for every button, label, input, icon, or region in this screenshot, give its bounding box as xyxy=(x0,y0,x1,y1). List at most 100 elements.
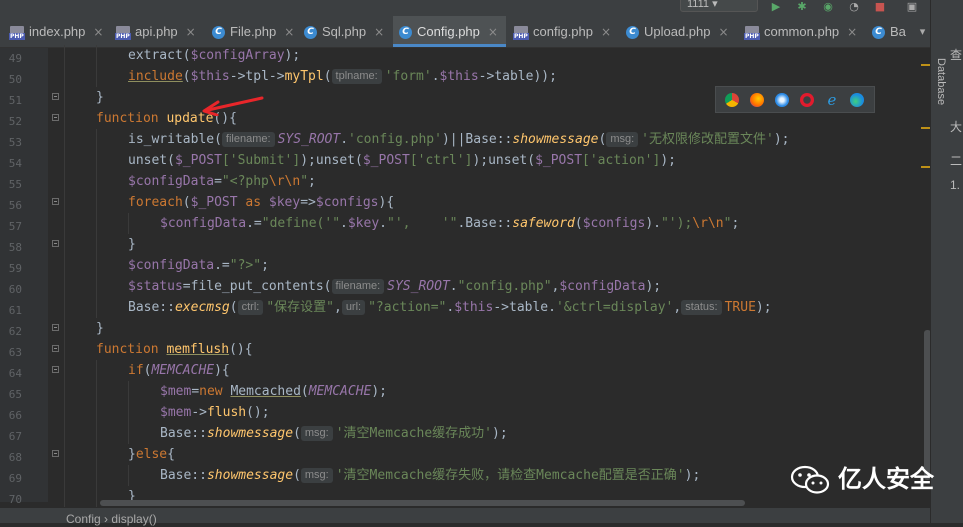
code-line-68[interactable]: }else{ xyxy=(64,444,175,465)
code-token: "?>" xyxy=(229,258,262,273)
fold-marker[interactable] xyxy=(52,198,59,205)
fold-marker[interactable] xyxy=(52,240,59,247)
code-line-55[interactable]: $configData="<?php\r\n"; xyxy=(64,171,316,192)
close-icon[interactable]: × xyxy=(284,25,294,39)
code-token: (){ xyxy=(229,342,253,357)
close-icon[interactable]: × xyxy=(847,25,857,39)
code-line-67[interactable]: Base::showmessage(msg: '清空Memcache缓存成功'); xyxy=(64,423,508,444)
terminal-icon[interactable]: ▣ xyxy=(904,0,920,14)
code-line-69[interactable]: Base::showmessage(msg: '清空Memcache缓存失败，请检… xyxy=(64,465,700,486)
opera-icon[interactable] xyxy=(800,93,814,107)
code-token: ['action'] xyxy=(582,153,661,168)
breadcrumb-item-class[interactable]: Config xyxy=(66,512,101,526)
tab-api-php[interactable]: PHP api.php × xyxy=(110,16,211,47)
ie-icon[interactable]: e xyxy=(825,93,839,108)
tab-upload-php[interactable]: C Upload.php × xyxy=(620,16,744,47)
tab-base-truncated[interactable]: C Ba xyxy=(866,16,920,47)
firefox-icon[interactable] xyxy=(750,93,764,107)
watermark: 亿人安全 xyxy=(790,462,934,496)
fold-marker[interactable] xyxy=(52,450,59,457)
line-number: 60 xyxy=(8,283,22,296)
code-token: =file_put_contents( xyxy=(182,279,332,294)
tab-label: config.php xyxy=(533,24,593,39)
code-token: SYS_ROOT xyxy=(387,279,450,294)
line-number: 58 xyxy=(8,241,22,254)
fold-marker[interactable] xyxy=(52,366,59,373)
wechat-logo-icon xyxy=(790,465,830,494)
code-token: '清空Memcache缓存成功' xyxy=(335,426,493,441)
close-icon[interactable]: × xyxy=(93,25,103,39)
code-line-57[interactable]: $configData.="define('".$key."', '".Base… xyxy=(64,213,739,234)
code-line-61[interactable]: Base::execmsg(ctrl: "保存设置", url: "?action="… xyxy=(64,297,772,318)
code-line-60[interactable]: $status=file_put_contents(filename: SYS_R… xyxy=(64,276,661,297)
horizontal-scrollbar[interactable] xyxy=(100,500,745,506)
close-icon[interactable]: × xyxy=(374,25,384,39)
code-line-63[interactable]: function memflush(){ xyxy=(64,339,253,360)
tab-sql-php[interactable]: C Sql.php × xyxy=(298,16,398,47)
safari-icon[interactable] xyxy=(775,93,789,107)
tab-index-php[interactable]: PHP index.php × xyxy=(4,16,110,47)
code-token: ( xyxy=(182,195,191,210)
code-line-53[interactable]: is_writable(filename: SYS_ROOT.'config.ph… xyxy=(64,129,789,150)
close-icon[interactable]: × xyxy=(601,25,611,39)
code-token: . xyxy=(340,132,349,147)
tab-config-php-active[interactable]: C Config.php × xyxy=(393,16,506,47)
code-line-65[interactable]: $mem=new Memcached(MEMCACHE); xyxy=(64,381,387,402)
tab-common-php[interactable]: PHP common.php × xyxy=(739,16,869,47)
code-token: $this xyxy=(439,69,479,84)
code-token: "config.php" xyxy=(457,279,552,294)
code-line-54[interactable]: unset($_POST['Submit']);unset($_POST['ct… xyxy=(64,150,676,171)
close-icon[interactable]: × xyxy=(488,25,498,39)
run-icon[interactable]: ▶ xyxy=(768,0,784,14)
fold-marker[interactable] xyxy=(52,345,59,352)
code-line-62[interactable]: } xyxy=(64,318,104,339)
close-icon[interactable]: × xyxy=(186,25,196,39)
code-line-64[interactable]: if(MEMCACHE){ xyxy=(64,360,230,381)
debug-icon[interactable]: ✱ xyxy=(794,0,810,14)
code-token: ( xyxy=(293,468,301,483)
tab-config-php-lower[interactable]: PHP config.php × xyxy=(508,16,624,47)
annotation-arrow-icon xyxy=(202,96,264,116)
tab-list-menu-icon[interactable]: ▾ xyxy=(915,16,930,47)
parameter-hint: tplname: xyxy=(331,69,382,84)
code-token: "'); xyxy=(660,216,693,231)
code-token: ); xyxy=(284,48,301,63)
code-token: ); xyxy=(773,132,790,147)
code-line-59[interactable]: $configData.="?>"; xyxy=(64,255,269,276)
code-line-49[interactable]: extract($configArray); xyxy=(64,45,300,66)
code-token: "保存设置" xyxy=(266,300,334,315)
code-line-56[interactable]: foreach($_POST as $key=>$configs){ xyxy=(64,192,394,213)
code-token: showmessage xyxy=(512,132,599,147)
parameter-hint: msg: xyxy=(300,468,333,483)
code-token: 'config.php' xyxy=(348,132,442,147)
line-number: 55 xyxy=(8,178,22,191)
code-token: ['ctrl'] xyxy=(409,153,473,168)
run-config-select[interactable]: 1111 ▾ xyxy=(680,0,758,12)
tab-file-php[interactable]: C File.php × xyxy=(206,16,304,47)
stop-icon[interactable]: ■ xyxy=(872,0,888,14)
fold-marker[interactable] xyxy=(52,93,59,100)
line-number: 54 xyxy=(8,157,22,170)
code-line-58[interactable]: } xyxy=(64,234,136,255)
code-token: $key xyxy=(268,195,301,210)
code-token: ( xyxy=(293,426,301,441)
code-token: $_POST xyxy=(174,153,222,168)
database-tool-tab[interactable]: Database xyxy=(933,44,949,105)
fold-marker[interactable] xyxy=(52,114,59,121)
code-token: Base:: xyxy=(128,300,175,315)
code-token: ; xyxy=(308,174,316,189)
code-line-51[interactable]: } xyxy=(64,87,104,108)
fold-marker[interactable] xyxy=(52,324,59,331)
code-token: } xyxy=(96,321,104,336)
code-line-50[interactable]: include($this->tpl->myTpl(tplname:'form'… xyxy=(64,66,557,87)
close-icon[interactable]: × xyxy=(719,25,729,39)
edge-icon[interactable] xyxy=(850,93,864,107)
profile-icon[interactable]: ◔ xyxy=(846,0,862,14)
coverage-icon[interactable]: ◉ xyxy=(820,0,836,14)
php-file-icon: PHP xyxy=(744,25,760,40)
parameter-hint: url: xyxy=(341,300,366,315)
code-line-66[interactable]: $mem->flush(); xyxy=(64,402,270,423)
breadcrumb-item-method[interactable]: display() xyxy=(111,512,156,526)
code-token: if xyxy=(128,363,144,378)
chrome-icon[interactable] xyxy=(725,93,739,107)
